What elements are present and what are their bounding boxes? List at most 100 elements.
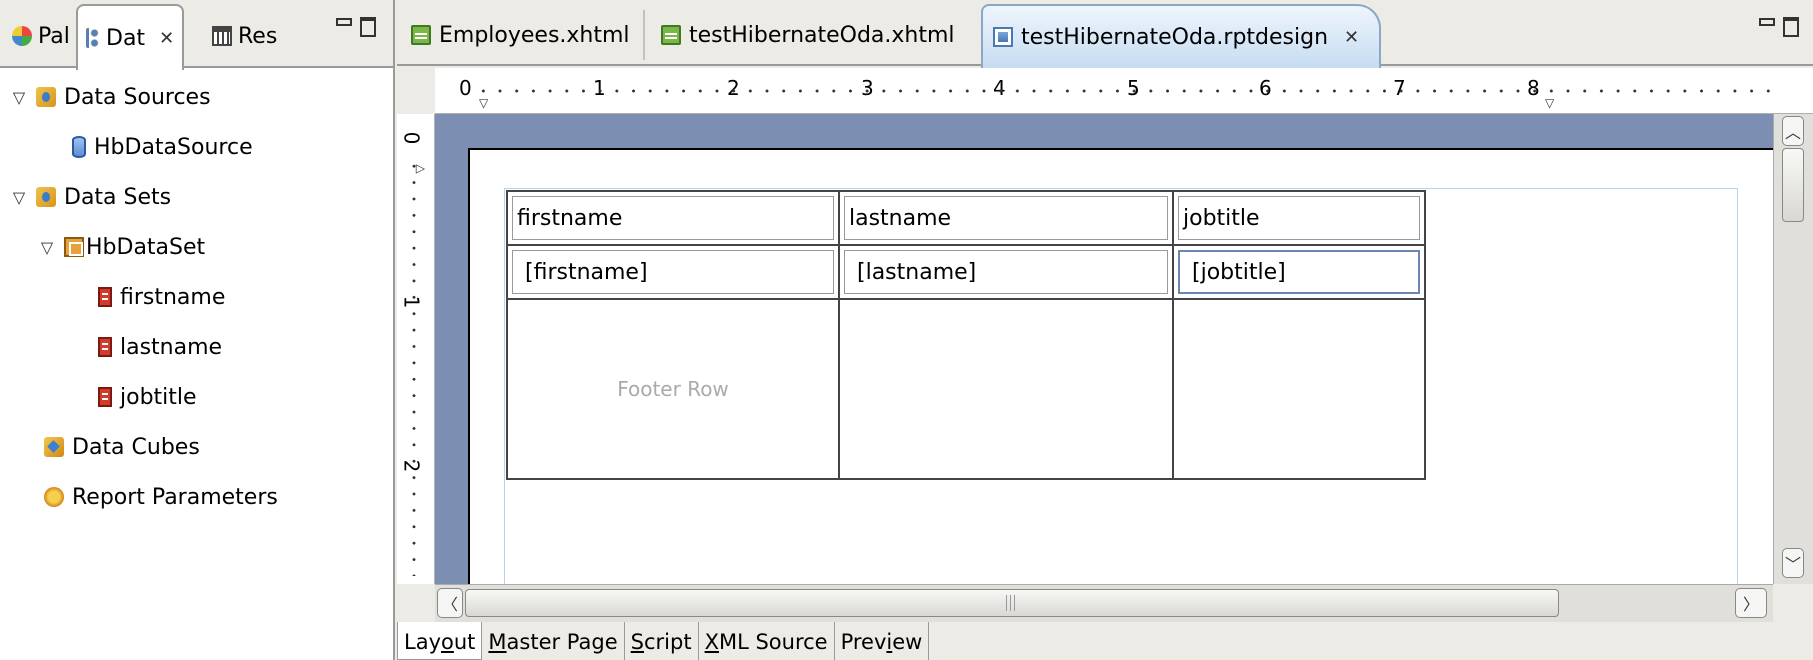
vertical-scrollbar[interactable]: ︿ ﹀: [1773, 114, 1813, 584]
table-cell[interactable]: jobtitle: [1172, 190, 1426, 246]
data-item-jobtitle[interactable]: [jobtitle]: [1178, 250, 1420, 294]
table-cell[interactable]: lastname: [838, 190, 1174, 246]
tab-label: Script: [630, 630, 692, 654]
maximize-icon[interactable]: [358, 16, 376, 37]
scroll-down-button[interactable]: ﹀: [1782, 548, 1804, 578]
minimize-icon[interactable]: [334, 16, 352, 34]
footer-row-label: Footer Row: [617, 377, 729, 401]
tree-item-column-firstname[interactable]: firstname: [0, 272, 393, 322]
resource-explorer-icon: [212, 26, 232, 46]
expanded-triangle-icon[interactable]: ▽: [36, 238, 58, 257]
column-icon: [98, 337, 112, 357]
tree-item-column-lastname[interactable]: lastname: [0, 322, 393, 372]
tree-item-label: jobtitle: [120, 384, 197, 410]
tree-item-label: lastname: [120, 334, 223, 360]
tab-resource-explorer[interactable]: Res: [204, 4, 285, 68]
tree-item-data-sources[interactable]: ▽ Data Sources: [0, 72, 393, 122]
tree-item-hbdatasource[interactable]: HbDataSource: [0, 122, 393, 172]
data-item-firstname[interactable]: [firstname]: [512, 250, 834, 294]
tree-item-data-sets[interactable]: ▽ Data Sets: [0, 172, 393, 222]
horizontal-ruler: 0 1 2 3 4 5 6 7 8 ▽ ▽: [435, 68, 1813, 114]
tree-item-hbdataset[interactable]: ▽ HbDataSet: [0, 222, 393, 272]
tab-master-page[interactable]: Master Page: [482, 622, 625, 660]
data-sources-folder-icon: [36, 87, 56, 107]
table-cell[interactable]: [1172, 298, 1426, 480]
editor-tab-testhibernateoda-rptdesign[interactable]: testHibernateOda.rptdesign ✕: [981, 4, 1381, 68]
report-table[interactable]: firstname lastname jobtitle [firstname] …: [506, 190, 1426, 480]
editor-tab-label: testHibernateOda.rptdesign: [1021, 24, 1329, 50]
scroll-up-button[interactable]: ︿: [1782, 116, 1804, 146]
left-view-tabbar: Pal Dat ✕ Res: [0, 0, 393, 70]
table-cell[interactable]: Footer Row: [506, 298, 840, 480]
column-icon: [98, 387, 112, 407]
data-sets-folder-icon: [36, 187, 56, 207]
header-label-jobtitle[interactable]: jobtitle: [1178, 196, 1420, 240]
horizontal-scroll-thumb[interactable]: [465, 589, 1559, 617]
minimize-icon[interactable]: [1757, 16, 1775, 34]
table-cell[interactable]: [lastname]: [838, 244, 1174, 300]
table-cell[interactable]: firstname: [506, 190, 840, 246]
tab-label: XML Source: [704, 630, 828, 654]
close-icon[interactable]: ✕: [1344, 27, 1359, 48]
tab-layout[interactable]: Layout: [397, 622, 483, 660]
expanded-triangle-icon[interactable]: ▽: [8, 88, 30, 107]
ruler-ticks: [411, 158, 417, 576]
header-label-lastname[interactable]: lastname: [844, 196, 1168, 240]
tab-palette-label: Pal: [38, 23, 70, 49]
table-detail-row[interactable]: [firstname] [lastname] [jobtitle]: [506, 244, 1426, 300]
ruler-number: 0: [459, 76, 472, 100]
horizontal-scrollbar[interactable]: 〈 〉: [435, 584, 1773, 622]
tab-palette[interactable]: Pal: [4, 4, 78, 68]
tree-item-report-parameters[interactable]: Report Parameters: [0, 472, 393, 522]
tab-script[interactable]: Script: [625, 622, 699, 660]
tab-preview[interactable]: Preview: [835, 622, 930, 660]
report-design-icon: [993, 27, 1013, 47]
ruler-corner: [397, 68, 435, 114]
scroll-grip-icon: [1006, 595, 1018, 611]
expanded-triangle-icon[interactable]: ▽: [8, 188, 30, 207]
data-cubes-icon: [44, 437, 64, 457]
close-icon[interactable]: ✕: [159, 28, 174, 49]
editor-window-controls: [1757, 16, 1799, 37]
report-parameters-icon: [44, 487, 64, 507]
table-header-row[interactable]: firstname lastname jobtitle: [506, 190, 1426, 246]
tree-item-column-jobtitle[interactable]: jobtitle: [0, 372, 393, 422]
editor-tab-employees-xhtml[interactable]: Employees.xhtml: [401, 4, 640, 66]
palette-icon: [12, 26, 32, 46]
table-cell[interactable]: [jobtitle]: [1172, 244, 1426, 300]
database-icon: [72, 136, 86, 158]
table-cell[interactable]: [firstname]: [506, 244, 840, 300]
table-footer-row[interactable]: Footer Row: [506, 298, 1426, 480]
vertical-ruler: 0 1 2 ▽: [397, 114, 435, 584]
tree-item-label: Data Sources: [64, 84, 211, 110]
maximize-icon[interactable]: [1781, 16, 1799, 37]
top-margin-marker-icon: ▽: [412, 164, 427, 174]
tab-xml-source[interactable]: XML Source: [699, 622, 835, 660]
ruler-number: 0: [399, 131, 424, 145]
report-page[interactable]: firstname lastname jobtitle [firstname] …: [468, 148, 1773, 584]
tree-item-label: Report Parameters: [72, 484, 278, 510]
editor-tab-testhibernateoda-xhtml[interactable]: testHibernateOda.xhtml: [651, 4, 965, 66]
layout-canvas[interactable]: firstname lastname jobtitle [firstname] …: [435, 114, 1773, 584]
data-explorer-view: Pal Dat ✕ Res ▽ Data Sources HbDataSourc…: [0, 0, 395, 660]
editor-tabbar: Employees.xhtml testHibernateOda.xhtml t…: [397, 0, 1813, 68]
data-explorer-tree: ▽ Data Sources HbDataSource ▽ Data Sets …: [0, 72, 393, 522]
tab-label: Preview: [840, 630, 923, 654]
xhtml-file-icon: [661, 25, 681, 45]
vertical-scroll-thumb[interactable]: [1782, 148, 1804, 222]
data-item-lastname[interactable]: [lastname]: [844, 250, 1168, 294]
tab-data-explorer[interactable]: Dat ✕: [76, 4, 185, 70]
header-label-firstname[interactable]: firstname: [512, 196, 834, 240]
table-cell[interactable]: [838, 298, 1174, 480]
editor-page-tabs: Layout Master Page Script XML Source Pre…: [397, 622, 1813, 660]
editor-tab-label: testHibernateOda.xhtml: [689, 22, 955, 48]
tab-label: Master Page: [488, 630, 618, 654]
tab-label: Layout: [404, 629, 476, 654]
scroll-right-button[interactable]: 〉: [1735, 588, 1767, 618]
tree-item-label: firstname: [120, 284, 226, 310]
tree-item-data-cubes[interactable]: Data Cubes: [0, 422, 393, 472]
column-icon: [98, 287, 112, 307]
scroll-left-button[interactable]: 〈: [437, 588, 463, 618]
left-margin-marker-icon: ▽: [479, 96, 489, 110]
tree-item-label: Data Sets: [64, 184, 172, 210]
